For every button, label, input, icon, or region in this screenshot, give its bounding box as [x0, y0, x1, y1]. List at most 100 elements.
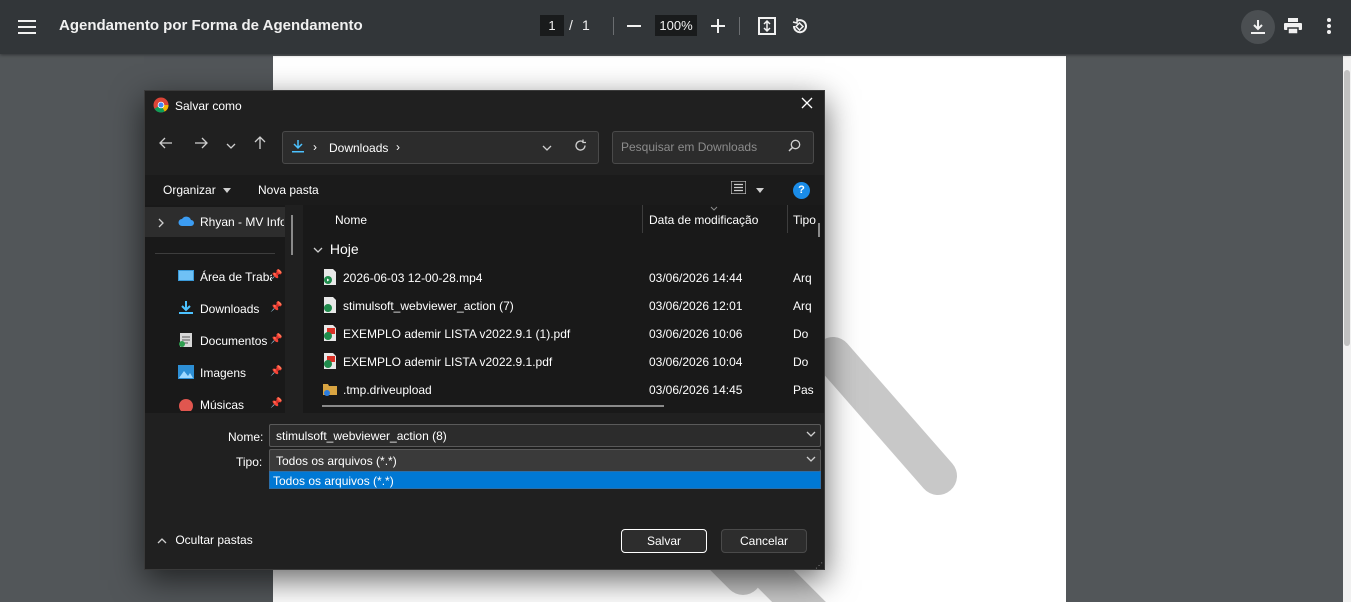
nav-divider — [155, 253, 275, 254]
column-header-name[interactable]: Nome — [335, 213, 367, 227]
filename-value: stimulsoft_webviewer_action (8) — [276, 429, 447, 443]
page-scrollbar-thumb[interactable] — [1344, 70, 1350, 346]
group-header-today[interactable]: Hoje — [313, 241, 359, 257]
zoom-input[interactable]: 100% — [655, 15, 697, 36]
nav-item-downloads[interactable]: Downloads 📌 — [145, 294, 285, 324]
arrow-up-icon — [254, 136, 266, 149]
filetype-select[interactable]: Todos os arquivos (*.*) — [269, 449, 821, 472]
chevron-down-icon[interactable] — [806, 429, 816, 440]
filename-field[interactable]: stimulsoft_webviewer_action (8) — [269, 424, 821, 447]
file-name: .tmp.driveupload — [343, 383, 432, 397]
save-as-dialog: Salvar como › Downloads › Pesquisar em D… — [144, 90, 825, 570]
pin-icon: 📌 — [270, 334, 283, 345]
breadcrumb-separator[interactable]: › — [396, 140, 400, 154]
list-view-icon — [730, 180, 747, 195]
search-input[interactable] — [621, 140, 781, 154]
pin-icon: 📌 — [270, 398, 283, 409]
zoom-in-button[interactable] — [702, 10, 734, 42]
navigation-row: › Downloads › — [145, 121, 824, 175]
column-divider[interactable] — [787, 205, 788, 233]
file-row[interactable]: 2026-06-03 12-00-28.mp4 03/06/2026 14:44… — [303, 263, 824, 291]
chrome-icon — [153, 97, 169, 113]
resize-grip-icon[interactable]: ⋰ — [815, 561, 823, 570]
file-type: Do — [793, 355, 809, 369]
filetype-option-label: Todos os arquivos (*.*) — [273, 474, 394, 488]
back-button[interactable] — [159, 136, 173, 153]
nav-item-label: Documentos — [200, 334, 268, 348]
fit-page-icon — [758, 17, 776, 35]
view-options-button[interactable] — [730, 180, 765, 198]
filetype-label: Tipo: — [236, 455, 263, 469]
recent-locations-button[interactable] — [226, 136, 236, 153]
file-type: Do — [793, 327, 809, 341]
refresh-button[interactable] — [574, 139, 587, 155]
nav-item-label: Rhyan - MV Infor — [200, 215, 284, 229]
downloads-icon — [179, 301, 193, 314]
video-file-icon — [324, 269, 336, 285]
file-list-vscrollbar[interactable] — [818, 223, 820, 237]
rotate-icon — [792, 18, 807, 34]
desktop-icon — [178, 270, 194, 281]
nav-item-onedrive[interactable]: Rhyan - MV Infor — [145, 207, 285, 237]
file-row[interactable]: stimulsoft_webviewer_action (7) 03/06/20… — [303, 291, 824, 319]
toolbar-divider — [613, 17, 614, 35]
menu-button[interactable] — [11, 11, 43, 43]
file-row[interactable]: .tmp.driveupload 03/06/2026 14:45 Pas — [303, 375, 824, 403]
filetype-value: Todos os arquivos (*.*) — [276, 454, 397, 468]
more-options-button[interactable] — [1313, 10, 1345, 42]
address-bar[interactable]: › Downloads › — [282, 131, 599, 164]
organize-button[interactable]: Organizar — [163, 183, 232, 197]
file-row[interactable]: EXEMPLO ademir LISTA v2022.9.1.pdf 03/06… — [303, 347, 824, 375]
pictures-icon — [178, 365, 194, 379]
refresh-icon — [575, 139, 586, 151]
nav-item-desktop[interactable]: Área de Trabalho 📌 — [145, 262, 285, 292]
filetype-option[interactable]: Todos os arquivos (*.*) — [269, 471, 821, 489]
chevron-down-icon — [313, 247, 323, 254]
nav-item-pictures[interactable]: Imagens 📌 — [145, 358, 285, 388]
group-label: Hoje — [329, 241, 359, 257]
toolbar-divider — [739, 17, 740, 35]
dialog-title: Salvar como — [175, 99, 242, 113]
nav-item-documents[interactable]: Documentos 📌 — [145, 326, 285, 356]
search-box[interactable] — [612, 131, 814, 164]
plus-icon — [711, 19, 725, 33]
fit-page-button[interactable] — [751, 10, 783, 42]
hide-folders-button[interactable]: Ocultar pastas — [157, 533, 253, 547]
page-number-input[interactable]: 1 — [540, 15, 564, 36]
print-button[interactable] — [1277, 10, 1309, 42]
nav-item-music[interactable]: Músicas 📌 — [145, 390, 285, 413]
file-list-hscrollbar[interactable] — [322, 405, 664, 407]
file-name: EXEMPLO ademir LISTA v2022.9.1 (1).pdf — [343, 327, 571, 341]
column-header-date[interactable]: Data de modificação — [649, 213, 758, 227]
chevron-right-icon — [158, 218, 164, 228]
sort-indicator-icon — [710, 206, 718, 211]
help-button[interactable]: ? — [793, 182, 810, 199]
nav-item-label: Músicas — [200, 398, 245, 412]
address-history-button[interactable] — [542, 140, 552, 154]
forward-button[interactable] — [194, 136, 208, 153]
downloads-icon — [292, 139, 304, 156]
pin-icon: 📌 — [270, 366, 283, 377]
file-name: EXEMPLO ademir LISTA v2022.9.1.pdf — [343, 355, 553, 369]
zoom-out-button[interactable] — [618, 10, 650, 42]
download-button[interactable] — [1241, 10, 1275, 44]
up-button[interactable] — [254, 136, 266, 154]
file-date: 03/06/2026 14:44 — [649, 271, 743, 285]
new-folder-button[interactable]: Nova pasta — [258, 183, 319, 197]
cancel-button[interactable]: Cancelar — [721, 529, 807, 553]
page-scrollbar[interactable] — [1343, 56, 1351, 602]
pin-icon: 📌 — [270, 270, 283, 281]
column-divider[interactable] — [642, 205, 643, 233]
file-row[interactable]: EXEMPLO ademir LISTA v2022.9.1 (1).pdf 0… — [303, 319, 824, 347]
documents-icon — [179, 333, 192, 347]
chevron-down-icon — [542, 145, 552, 151]
breadcrumb-downloads[interactable]: Downloads — [329, 141, 388, 155]
close-button[interactable] — [801, 96, 813, 114]
nav-pane-scrollbar[interactable] — [291, 215, 293, 255]
save-button[interactable]: Salvar — [621, 529, 707, 553]
close-icon — [801, 97, 813, 109]
page-total: 1 — [582, 17, 590, 33]
file-date: 03/06/2026 10:06 — [649, 327, 743, 341]
rotate-button[interactable] — [783, 10, 815, 42]
more-vert-icon — [1327, 18, 1331, 34]
